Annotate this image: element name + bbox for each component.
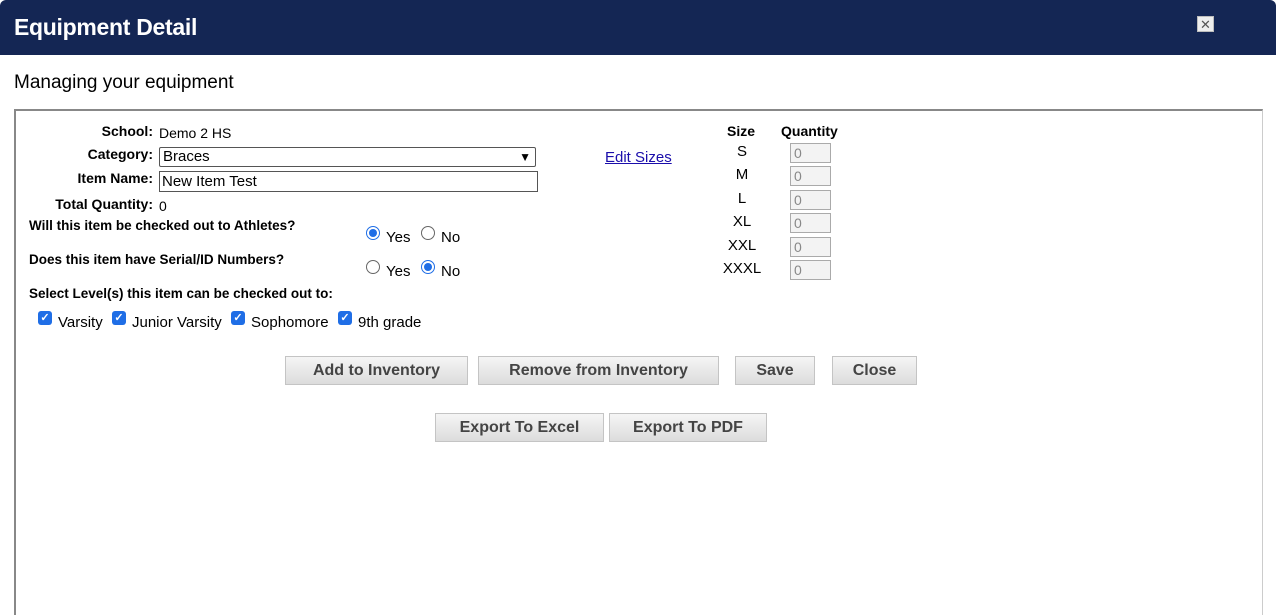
title-bar: Equipment Detail xyxy=(0,0,1276,55)
size-label-l: L xyxy=(737,190,747,207)
category-selected-value: Braces xyxy=(163,148,210,165)
quantity-input-m[interactable]: 0 xyxy=(790,166,831,186)
ninth-grade-label: 9th grade xyxy=(358,314,422,331)
serial-yes-label: Yes xyxy=(386,263,411,280)
add-to-inventory-button[interactable]: Add to Inventory xyxy=(285,356,468,385)
size-label-xl: XL xyxy=(732,213,752,230)
remove-from-inventory-button[interactable]: Remove from Inventory xyxy=(478,356,719,385)
checkout-yes-radio[interactable] xyxy=(366,226,380,240)
quantity-input-l[interactable]: 0 xyxy=(790,190,831,210)
close-button[interactable]: Close xyxy=(832,356,917,385)
quantity-input-xl[interactable]: 0 xyxy=(790,213,831,233)
item-name-label: Item Name: xyxy=(77,170,153,186)
quantity-input-xxl[interactable]: 0 xyxy=(790,237,831,257)
size-label-xxxl: XXXL xyxy=(722,260,762,277)
sophomore-checkbox[interactable]: ✓ xyxy=(231,311,245,325)
serial-question: Does this item have Serial/ID Numbers? xyxy=(29,252,285,267)
school-label: School: xyxy=(101,123,153,139)
checkout-question: Will this item be checked out to Athlete… xyxy=(29,218,296,233)
varsity-label: Varsity xyxy=(58,314,103,331)
save-button[interactable]: Save xyxy=(735,356,815,385)
item-name-input[interactable]: New Item Test xyxy=(159,171,538,192)
quantity-input-xxxl[interactable]: 0 xyxy=(790,260,831,280)
close-icon[interactable]: ✕ xyxy=(1197,16,1214,32)
export-pdf-button[interactable]: Export To PDF xyxy=(609,413,767,442)
serial-yes-radio[interactable] xyxy=(366,260,380,274)
size-label-s: S xyxy=(736,143,747,160)
edit-sizes-link[interactable]: Edit Sizes xyxy=(605,149,672,166)
export-excel-button[interactable]: Export To Excel xyxy=(435,413,604,442)
junior-varsity-label: Junior Varsity xyxy=(132,314,222,331)
size-label-xxl: XXL xyxy=(727,237,757,254)
serial-no-radio[interactable] xyxy=(421,260,435,274)
total-quantity-label: Total Quantity: xyxy=(55,196,153,212)
checkout-no-radio[interactable] xyxy=(421,226,435,240)
levels-label: Select Level(s) this item can be checked… xyxy=(29,286,333,301)
ninth-grade-checkbox[interactable]: ✓ xyxy=(338,311,352,325)
category-label: Category: xyxy=(87,146,153,162)
quantity-input-s[interactable]: 0 xyxy=(790,143,831,163)
junior-varsity-checkbox[interactable]: ✓ xyxy=(112,311,126,325)
window-title: Equipment Detail xyxy=(14,14,198,40)
quantity-header: Quantity xyxy=(781,123,838,139)
chevron-down-icon: ▼ xyxy=(519,150,531,164)
school-value: Demo 2 HS xyxy=(159,125,232,141)
checkout-no-label: No xyxy=(441,229,461,246)
category-select[interactable]: Braces ▼ xyxy=(159,147,536,167)
total-quantity-value: 0 xyxy=(159,198,167,214)
serial-no-label: No xyxy=(441,263,461,280)
size-header: Size xyxy=(727,123,756,139)
sophomore-label: Sophomore xyxy=(251,314,329,331)
page-subtitle: Managing your equipment xyxy=(14,72,234,93)
size-label-m: M xyxy=(735,166,749,183)
checkout-yes-label: Yes xyxy=(386,229,411,246)
varsity-checkbox[interactable]: ✓ xyxy=(38,311,52,325)
